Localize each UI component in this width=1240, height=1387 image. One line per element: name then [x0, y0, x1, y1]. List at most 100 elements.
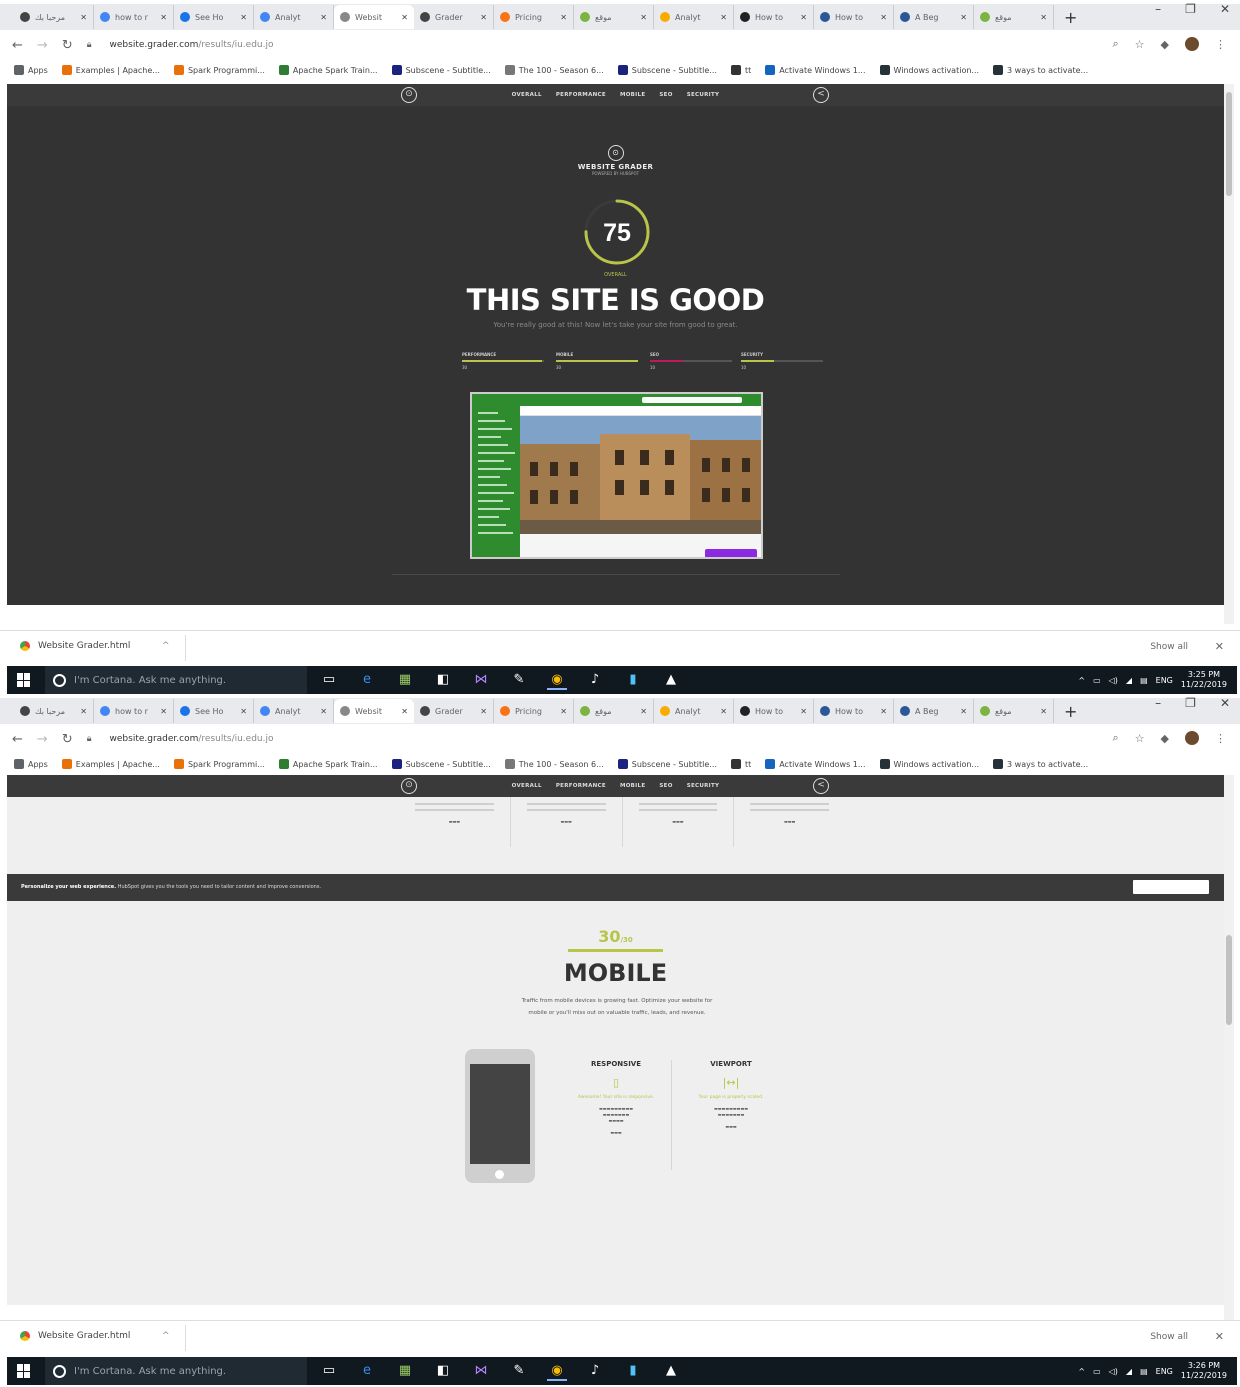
- app-icon[interactable]: ▮: [623, 1361, 643, 1381]
- bookmark-item[interactable]: The 100 - Season 6...: [504, 759, 604, 769]
- tab-close-icon[interactable]: ✕: [800, 13, 807, 22]
- notifications-icon[interactable]: ▤: [1140, 676, 1148, 685]
- browser-tab[interactable]: How to ✕: [814, 699, 894, 723]
- tab-close-icon[interactable]: ✕: [401, 13, 408, 22]
- extension-icon[interactable]: ◆: [1161, 732, 1169, 745]
- tray-chevron-icon[interactable]: ^: [1078, 1367, 1085, 1376]
- app-icon[interactable]: ♪: [585, 670, 605, 690]
- bookmark-item[interactable]: Examples | Apache...: [61, 759, 160, 769]
- volume-icon[interactable]: ◁): [1109, 1367, 1118, 1376]
- tab-close-icon[interactable]: ✕: [720, 13, 727, 22]
- forward-icon[interactable]: →: [37, 38, 48, 53]
- store-icon[interactable]: ▦: [395, 1361, 415, 1381]
- chrome-icon[interactable]: ◉: [547, 1361, 567, 1381]
- bookmark-item[interactable]: tt: [730, 759, 751, 769]
- app-icon[interactable]: ✎: [509, 1361, 529, 1381]
- menu-icon[interactable]: ⋮: [1215, 38, 1226, 51]
- show-all-button[interactable]: Show all: [1150, 1332, 1188, 1342]
- scrollbar[interactable]: [1224, 775, 1234, 1320]
- nav-security[interactable]: SECURITY: [687, 783, 720, 789]
- bookmark-item[interactable]: Subscene - Subtitle...: [617, 65, 717, 75]
- tab-close-icon[interactable]: ✕: [160, 13, 167, 22]
- bookmark-item[interactable]: tt: [730, 65, 751, 75]
- browser-tab[interactable]: Analyt ✕: [654, 699, 734, 723]
- tab-close-icon[interactable]: ✕: [720, 707, 727, 716]
- url-field[interactable]: website.grader.com/results/iu.edu.jo: [110, 40, 274, 50]
- tab-close-icon[interactable]: ✕: [240, 13, 247, 22]
- bookmark-item[interactable]: Apps: [14, 759, 48, 769]
- browser-tab[interactable]: Grader ✕: [414, 699, 494, 723]
- close-window-icon[interactable]: ✕: [1220, 696, 1230, 710]
- network-icon[interactable]: ◢: [1126, 676, 1132, 685]
- battery-icon[interactable]: ▭: [1093, 1367, 1101, 1376]
- avatar[interactable]: [1185, 731, 1199, 745]
- bookmark-item[interactable]: Apache Spark Train...: [278, 759, 378, 769]
- nav-overall[interactable]: OVERALL: [512, 92, 542, 98]
- tab-close-icon[interactable]: ✕: [480, 13, 487, 22]
- nav-mobile[interactable]: MOBILE: [620, 92, 645, 98]
- task-view-icon[interactable]: ▭: [319, 670, 339, 690]
- back-icon[interactable]: ←: [12, 732, 23, 747]
- tab-close-icon[interactable]: ✕: [640, 13, 647, 22]
- tab-close-icon[interactable]: ✕: [1040, 13, 1047, 22]
- tab-close-icon[interactable]: ✕: [160, 707, 167, 716]
- nav-performance[interactable]: PERFORMANCE: [556, 92, 606, 98]
- browser-tab[interactable]: A Beg ✕: [894, 699, 974, 723]
- download-item[interactable]: Website Grader.html: [20, 641, 130, 651]
- cortana-search[interactable]: I'm Cortana. Ask me anything.: [45, 1357, 307, 1385]
- menu-icon[interactable]: ⋮: [1215, 732, 1226, 745]
- windows-start-icon[interactable]: [17, 1364, 31, 1378]
- close-icon[interactable]: ✕: [1215, 640, 1224, 653]
- tab-close-icon[interactable]: ✕: [1040, 707, 1047, 716]
- nav-mobile[interactable]: MOBILE: [620, 783, 645, 789]
- bookmark-item[interactable]: Apache Spark Train...: [278, 65, 378, 75]
- bookmark-item[interactable]: Spark Programmi...: [173, 759, 265, 769]
- tab-close-icon[interactable]: ✕: [320, 707, 327, 716]
- avatar[interactable]: [1185, 37, 1199, 51]
- browser-tab[interactable]: موقع ✕: [974, 699, 1054, 723]
- tab-close-icon[interactable]: ✕: [80, 13, 87, 22]
- browser-tab[interactable]: Websit ✕: [334, 5, 414, 29]
- browser-tab[interactable]: See Ho ✕: [174, 699, 254, 723]
- tab-close-icon[interactable]: ✕: [240, 707, 247, 716]
- browser-tab[interactable]: موقع ✕: [574, 5, 654, 29]
- browser-tab[interactable]: How to ✕: [814, 5, 894, 29]
- app-icon[interactable]: ♪: [585, 1361, 605, 1381]
- tab-close-icon[interactable]: ✕: [560, 13, 567, 22]
- tray-chevron-icon[interactable]: ^: [1078, 676, 1085, 685]
- close-icon[interactable]: ✕: [1215, 1330, 1224, 1343]
- nav-overall[interactable]: OVERALL: [512, 783, 542, 789]
- bookmark-item[interactable]: Subscene - Subtitle...: [391, 65, 491, 75]
- language-indicator[interactable]: ENG: [1156, 676, 1173, 685]
- windows-start-icon[interactable]: [17, 673, 31, 687]
- browser-tab[interactable]: Pricing ✕: [494, 5, 574, 29]
- browser-tab[interactable]: Pricing ✕: [494, 699, 574, 723]
- browser-tab[interactable]: موقع ✕: [974, 5, 1054, 29]
- visual-studio-icon[interactable]: ⋈: [471, 670, 491, 690]
- maximize-icon[interactable]: ❐: [1185, 2, 1196, 16]
- tab-close-icon[interactable]: ✕: [640, 707, 647, 716]
- browser-tab[interactable]: Analyt ✕: [254, 699, 334, 723]
- browser-tab[interactable]: Grader ✕: [414, 5, 494, 29]
- tab-close-icon[interactable]: ✕: [320, 13, 327, 22]
- nav-performance[interactable]: PERFORMANCE: [556, 783, 606, 789]
- bookmark-item[interactable]: Examples | Apache...: [61, 65, 160, 75]
- nav-seo[interactable]: SEO: [659, 92, 672, 98]
- tab-close-icon[interactable]: ✕: [880, 13, 887, 22]
- new-tab-button[interactable]: +: [1054, 702, 1087, 721]
- bookmark-item[interactable]: Activate Windows 1...: [765, 759, 866, 769]
- bookmark-item[interactable]: 3 ways to activate...: [993, 65, 1088, 75]
- minimize-icon[interactable]: –: [1155, 696, 1161, 710]
- browser-tab[interactable]: Analyt ✕: [654, 5, 734, 29]
- forward-icon[interactable]: →: [37, 732, 48, 747]
- download-item[interactable]: Website Grader.html: [20, 1331, 130, 1341]
- url-field[interactable]: website.grader.com/results/iu.edu.jo: [110, 734, 274, 744]
- browser-tab[interactable]: See Ho ✕: [174, 5, 254, 29]
- edge-icon[interactable]: e: [357, 670, 377, 690]
- tab-close-icon[interactable]: ✕: [480, 707, 487, 716]
- office-icon[interactable]: ◧: [433, 1361, 453, 1381]
- maximize-icon[interactable]: ❐: [1185, 696, 1196, 710]
- tab-close-icon[interactable]: ✕: [880, 707, 887, 716]
- zoom-icon[interactable]: ⌕: [1112, 37, 1118, 51]
- share-icon[interactable]: <: [813, 87, 829, 103]
